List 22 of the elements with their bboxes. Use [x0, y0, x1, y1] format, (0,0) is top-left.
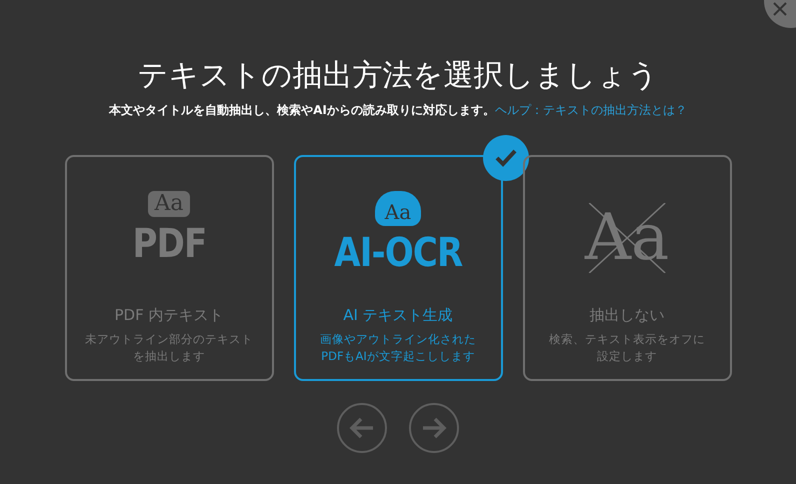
back-button[interactable]	[337, 403, 387, 453]
option-title: AI テキスト生成	[343, 305, 453, 325]
option-card[interactable]: Aa PDF PDF 内テキスト 未アウトライン部分のテキスト を抽出します	[64, 155, 274, 381]
close-icon	[772, 1, 788, 17]
font-badge-icon: Aa	[148, 191, 190, 217]
option-description: 未アウトライン部分のテキスト	[85, 331, 253, 348]
left-arrow-icon	[349, 417, 375, 439]
option-title: 抽出しない	[590, 305, 664, 325]
next-button[interactable]	[409, 403, 459, 453]
option-description: 設定します	[597, 348, 657, 365]
logo-text: AI-OCR	[334, 230, 462, 276]
option-title: PDF 内テキスト	[114, 305, 224, 325]
subtitle: 本文やタイトルを自動抽出し、検索やAIからの読み取りに対応します。	[109, 103, 495, 117]
cloud-icon: Aa	[374, 191, 422, 226]
option-description: を抽出します	[133, 348, 205, 365]
logo-text: PDF	[132, 221, 206, 267]
right-arrow-icon	[421, 417, 447, 439]
option-description: 画像やアウトライン化された	[320, 331, 476, 348]
dialog-title: テキストの抽出方法を選択しましょう	[138, 58, 658, 94]
option-description: 検索、テキスト表示をオフに	[549, 331, 705, 348]
help-link[interactable]: ヘルプ：テキストの抽出方法とは？	[494, 103, 687, 117]
option-description: PDFもAIが文字起こしします	[321, 348, 475, 365]
